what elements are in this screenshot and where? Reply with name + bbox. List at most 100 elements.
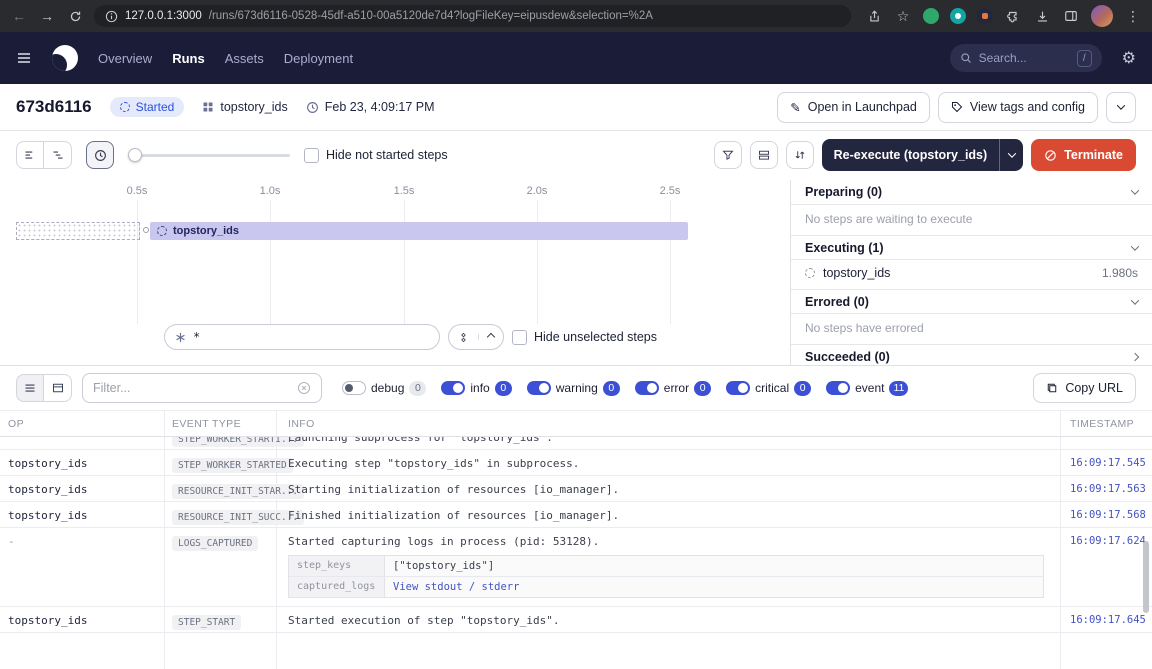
level-filter-event[interactable]: event 11 <box>826 381 908 396</box>
level-filter-debug[interactable]: debug 0 <box>342 381 426 396</box>
section-executing[interactable]: Executing (1) <box>791 235 1152 260</box>
toggle-switch[interactable] <box>726 381 750 395</box>
run-status-badge[interactable]: Started <box>110 97 185 117</box>
profile-avatar[interactable] <box>1091 5 1113 27</box>
axis-tick: 2.5s <box>660 185 681 197</box>
zoom-slider-track <box>128 154 290 157</box>
reexecute-dropdown-button[interactable] <box>999 139 1023 171</box>
job-grid-icon <box>202 101 214 113</box>
dagster-logo[interactable] <box>52 45 78 71</box>
count-badge: 0 <box>495 381 512 396</box>
step-selection-input[interactable] <box>193 330 429 344</box>
run-more-actions-button[interactable] <box>1106 92 1136 123</box>
checkbox[interactable] <box>304 148 319 163</box>
clear-filter-icon[interactable] <box>297 381 311 395</box>
search-input[interactable] <box>979 51 1070 65</box>
level-filter-error[interactable]: error 0 <box>635 381 711 396</box>
extensions-puzzle-icon[interactable] <box>1004 7 1022 25</box>
browser-menu-icon[interactable]: ⋮ <box>1124 7 1142 25</box>
nav-item-assets[interactable]: Assets <box>225 51 264 66</box>
terminate-button[interactable]: Terminate <box>1031 139 1136 171</box>
browser-forward-icon[interactable]: → <box>38 7 56 25</box>
level-filter-warning[interactable]: warning 0 <box>527 381 620 396</box>
downloads-icon[interactable] <box>1033 7 1051 25</box>
event-type-badge: LOGS_CAPTURED <box>172 536 258 551</box>
waterfall-view-icon[interactable] <box>44 141 72 169</box>
log-scrollbar-thumb[interactable] <box>1143 541 1149 613</box>
browser-back-icon[interactable]: ← <box>10 7 28 25</box>
copy-url-button[interactable]: Copy URL <box>1033 373 1136 403</box>
log-timestamp[interactable] <box>1060 437 1152 449</box>
log-row[interactable]: STEP_WORKER_STARTI... Launching subproce… <box>0 437 1152 450</box>
section-errored[interactable]: Errored (0) <box>791 289 1152 314</box>
checkbox[interactable] <box>512 330 527 345</box>
chevron-down-icon <box>1117 101 1125 109</box>
toggle-switch[interactable] <box>527 381 551 395</box>
gantt-step-bar[interactable]: topstory_ids <box>150 222 688 240</box>
gantt-zoom-controls <box>448 324 504 350</box>
view-stdout-stderr-link[interactable]: View stdout / stderr <box>385 577 527 597</box>
reexecute-button[interactable]: Re-execute (topstory_ids) <box>822 139 1000 171</box>
nav-item-overview[interactable]: Overview <box>98 51 152 66</box>
chevron-right-icon <box>1131 352 1139 360</box>
section-preparing[interactable]: Preparing (0) <box>791 180 1152 205</box>
executing-step-item[interactable]: topstory_ids 1.980s <box>791 260 1152 289</box>
side-panel-icon[interactable] <box>1062 7 1080 25</box>
browser-refresh-icon[interactable] <box>66 7 84 25</box>
log-filter-input[interactable] <box>93 381 291 395</box>
gantt-preparing-bar <box>16 222 140 240</box>
level-filter-info[interactable]: info 0 <box>441 381 511 396</box>
hamburger-menu-icon[interactable] <box>16 50 32 66</box>
log-toolbar: debug 0 info 0 warning 0 error 0 critica… <box>0 366 1152 411</box>
extension-icon[interactable] <box>950 8 966 24</box>
log-row[interactable]: topstory_ids RESOURCE_INIT_STAR... Start… <box>0 476 1152 502</box>
log-list-view-icon[interactable] <box>16 374 44 402</box>
log-row[interactable]: - LOGS_CAPTURED Started capturing logs i… <box>0 528 1152 607</box>
nav-item-runs[interactable]: Runs <box>172 51 205 66</box>
extension-icon[interactable] <box>923 8 939 24</box>
log-row[interactable]: topstory_ids STEP_WORKER_STARTED Executi… <box>0 450 1152 476</box>
hide-unselected-checkbox-row[interactable]: Hide unselected steps <box>512 330 657 345</box>
log-timestamp[interactable]: 16:09:17.568 <box>1060 502 1152 527</box>
level-filter-critical[interactable]: critical 0 <box>726 381 811 396</box>
zoom-slider-knob[interactable] <box>128 148 142 162</box>
log-timestamp[interactable]: 16:09:17.545 <box>1060 450 1152 475</box>
log-filter-input-wrap[interactable] <box>82 373 322 403</box>
address-bar[interactable]: 127.0.0.1:3000/runs/673d6116-0528-45df-a… <box>94 5 851 27</box>
gridline <box>137 200 138 324</box>
log-timestamp[interactable]: 16:09:17.624 <box>1060 528 1152 606</box>
job-name-chip[interactable]: topstory_ids <box>202 100 287 114</box>
log-table-view-icon[interactable] <box>44 374 72 402</box>
url-host: 127.0.0.1:3000 <box>125 10 202 22</box>
log-row[interactable]: topstory_ids STEP_START Started executio… <box>0 607 1152 633</box>
fit-view-icon[interactable] <box>449 332 478 343</box>
nav-item-deployment[interactable]: Deployment <box>284 51 353 66</box>
log-timestamp[interactable]: 16:09:17.563 <box>1060 476 1152 501</box>
rows-view-icon[interactable] <box>750 141 778 169</box>
bookmark-star-icon[interactable]: ☆ <box>894 7 912 25</box>
view-tags-config-button[interactable]: View tags and config <box>938 92 1098 123</box>
site-info-icon[interactable] <box>105 7 118 25</box>
step-selection-input-wrap[interactable] <box>164 324 440 350</box>
toggle-switch[interactable] <box>635 381 659 395</box>
log-view-mode-group <box>16 374 72 402</box>
hide-not-started-checkbox-row[interactable]: Hide not started steps <box>304 148 448 163</box>
toggle-switch[interactable] <box>342 381 366 395</box>
errored-empty-text: No steps have errored <box>791 314 1152 344</box>
open-in-launchpad-button[interactable]: ✎ Open in Launchpad <box>777 92 930 123</box>
global-search[interactable]: / <box>950 44 1102 72</box>
timing-view-icon[interactable] <box>86 141 114 169</box>
log-row[interactable]: topstory_ids RESOURCE_INIT_SUCC... Finis… <box>0 502 1152 528</box>
settings-gear-icon[interactable]: ⚙ <box>1122 48 1136 68</box>
toggle-switch[interactable] <box>826 381 850 395</box>
col-timestamp: TIMESTAMP <box>1060 418 1152 430</box>
sort-arrows-icon[interactable] <box>786 141 814 169</box>
log-timestamp[interactable]: 16:09:17.645 <box>1060 607 1152 632</box>
filter-funnel-icon[interactable] <box>714 141 742 169</box>
collapse-icon[interactable] <box>478 334 503 340</box>
zoom-slider[interactable] <box>128 154 290 157</box>
toggle-switch[interactable] <box>441 381 465 395</box>
extension-icon[interactable] <box>977 8 993 24</box>
flat-view-icon[interactable] <box>16 141 44 169</box>
share-icon[interactable] <box>865 7 883 25</box>
